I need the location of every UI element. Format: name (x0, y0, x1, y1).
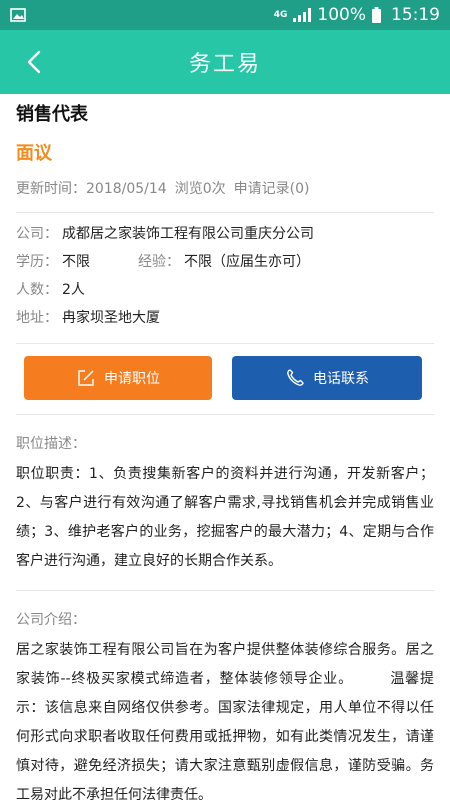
phone-icon (287, 369, 304, 386)
education-pair: 学历： 不限 (16, 251, 90, 271)
job-meta: 更新时间：2018/05/14 浏览0次 申请记录(0) (16, 178, 434, 200)
divider (16, 212, 434, 213)
address-value: 冉家坝圣地大厦 (62, 310, 160, 326)
back-button[interactable] (16, 44, 52, 80)
status-bar: 4G 100% 15:19 (0, 0, 450, 30)
signal-strength-icon (293, 8, 312, 22)
address-row: 地址： 冉家坝圣地大厦 (16, 303, 434, 331)
job-detail-content[interactable]: 销售代表 面议 更新时间：2018/05/14 浏览0次 申请记录(0) 公司：… (0, 94, 450, 800)
address-label: 地址： (16, 310, 58, 326)
company-intro-body: 居之家装饰工程有限公司旨在为客户提供整体装修综合服务。居之家装饰--终极买家模式… (16, 642, 434, 800)
divider (16, 414, 434, 415)
page-title: 务工易 (188, 52, 261, 77)
company-intro-section: 公司介绍： 居之家装饰工程有限公司旨在为客户提供整体装修综合服务。居之家装饰--… (0, 609, 450, 800)
job-summary: 销售代表 面议 更新时间：2018/05/14 浏览0次 申请记录(0) (0, 102, 450, 200)
company-name: 成都居之家装饰工程有限公司重庆分公司 (62, 226, 314, 242)
status-left (10, 8, 26, 22)
salary: 面议 (16, 143, 52, 164)
experience-label: 经验： (138, 254, 180, 270)
phone-contact-button[interactable]: 电话联系 (232, 356, 422, 400)
chevron-left-icon (27, 50, 41, 74)
headcount-row: 人数： 2人 (16, 275, 434, 303)
network-type: 4G (273, 9, 288, 20)
phone-contact-label: 电话联系 (313, 371, 369, 387)
application-records: 申请记录(0) (233, 181, 310, 197)
apply-job-button[interactable]: 申请职位 (24, 356, 212, 400)
education-experience-row: 学历： 不限 经验： 不限（应届生亦可） (16, 247, 434, 275)
education-label: 学历： (16, 254, 58, 270)
company-row: 公司： 成都居之家装饰工程有限公司重庆分公司 (16, 219, 434, 247)
job-description-section: 职位描述： 职位职责：1、负责搜集新客户的资料并进行沟通，开发新客户；2、与客户… (0, 433, 450, 576)
battery-icon (372, 7, 381, 23)
job-description-body: 职位职责：1、负责搜集新客户的资料并进行沟通，开发新客户；2、与客户进行有效沟通… (16, 466, 434, 569)
update-time: 更新时间：2018/05/14 (16, 181, 167, 197)
job-title: 销售代表 (16, 104, 88, 125)
clock: 15:19 (391, 5, 440, 25)
company-label: 公司： (16, 226, 58, 242)
app-header: 务工易 (0, 30, 450, 94)
job-info: 公司： 成都居之家装饰工程有限公司重庆分公司 学历： 不限 经验： 不限（应届生… (0, 219, 450, 331)
company-intro-title: 公司介绍： (16, 612, 86, 628)
divider (16, 590, 434, 591)
education-value: 不限 (62, 254, 90, 270)
edit-icon (78, 370, 94, 386)
apply-job-label: 申请职位 (104, 371, 160, 387)
gallery-notification-icon (10, 8, 26, 22)
experience-pair: 经验： 不限（应届生亦可） (138, 251, 310, 271)
experience-value: 不限（应届生亦可） (184, 254, 310, 270)
status-right: 4G 100% 15:19 (274, 5, 440, 25)
view-count: 浏览0次 (174, 181, 226, 197)
headcount-value: 2人 (62, 282, 85, 298)
divider (16, 343, 434, 344)
action-buttons: 申请职位 电话联系 (0, 356, 450, 400)
job-description-title: 职位描述： (16, 436, 86, 452)
battery-level: 100% (317, 5, 366, 25)
headcount-label: 人数： (16, 282, 58, 298)
